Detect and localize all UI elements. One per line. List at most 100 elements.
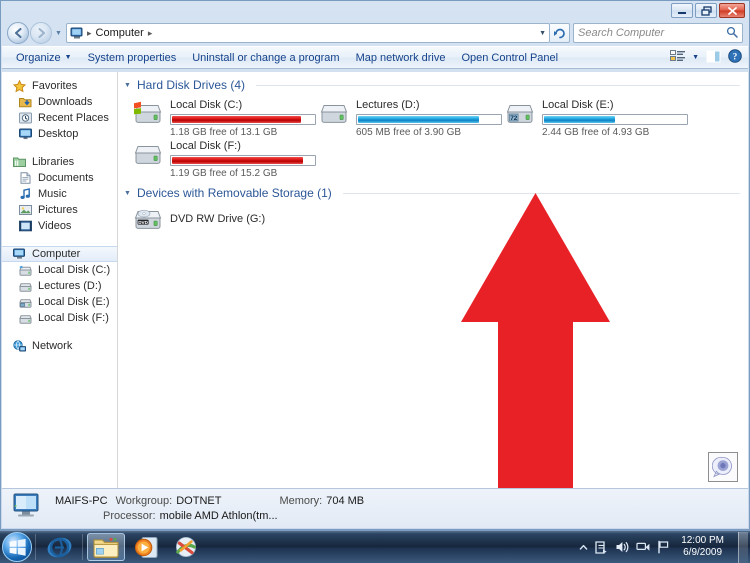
map-network-drive-button[interactable]: Map network drive (348, 50, 454, 66)
sidebar-item-documents[interactable]: Documents (2, 170, 117, 186)
drive-tile-lectures-d[interactable]: Lectures (D:) 605 MB free of 3.90 GB (318, 98, 504, 138)
sidebar-item-local-disk-c[interactable]: Local Disk (C:) (2, 262, 117, 278)
taskbar-clock[interactable]: 12:00 PM 6/9/2009 (676, 535, 729, 559)
taskbar-separator (82, 534, 83, 560)
breadcrumb-separator-2[interactable]: ▸ (146, 28, 155, 39)
snagit-capture-badge[interactable] (708, 452, 738, 482)
downloads-icon (18, 95, 33, 110)
action-center-icon[interactable] (594, 540, 609, 555)
open-control-panel-button[interactable]: Open Control Panel (453, 50, 566, 66)
sidebar-item-local-disk-e[interactable]: Local Disk (E:) (2, 294, 117, 310)
group-divider (256, 84, 740, 86)
refresh-button[interactable] (550, 23, 570, 43)
computer-name: MAIFS-PC (55, 495, 108, 507)
capacity-bar (170, 155, 316, 166)
sidebar-label: Videos (38, 220, 72, 232)
group-header-hard-disk-drives[interactable]: ▼ Hard Disk Drives (4) (118, 72, 748, 94)
sidebar-item-local-disk-f[interactable]: Local Disk (F:) (2, 310, 117, 326)
navigation-pane: Favorites Downloads Recent Places Deskto… (2, 72, 118, 488)
uninstall-program-button[interactable]: Uninstall or change a program (184, 50, 347, 66)
star-icon (12, 79, 27, 94)
sidebar-item-favorites[interactable]: Favorites (2, 78, 117, 94)
sidebar-label: Local Disk (E:) (38, 296, 110, 308)
drive-info: Local Disk (C:) 1.18 GB free of 13.1 GB (170, 98, 318, 138)
sidebar-label: Documents (38, 172, 94, 184)
help-button[interactable]: ? (728, 49, 742, 66)
show-desktop-button[interactable] (738, 531, 748, 563)
workgroup-label: Workgroup: (115, 495, 173, 507)
change-view-button[interactable] (670, 49, 686, 66)
drive-capacity-text: 2.44 GB free of 4.93 GB (542, 127, 650, 138)
sidebar-label: Pictures (38, 204, 78, 216)
drive-tile-local-disk-f[interactable]: Local Disk (F:) 1.19 GB free of 15.2 GB (132, 139, 318, 179)
desktop-icon (18, 127, 33, 142)
capacity-bar-fill (172, 116, 302, 123)
title-bar (1, 1, 749, 21)
minimize-button[interactable] (671, 3, 693, 18)
capacity-bar (356, 114, 502, 125)
drive-tile-local-disk-e[interactable]: 72 Local Disk (E:) 2.44 GB free of 4.93 … (504, 98, 690, 138)
system-properties-button[interactable]: System properties (80, 50, 185, 66)
documents-icon (18, 171, 33, 186)
memory-value: 704 MB (326, 495, 365, 507)
drive-name: Local Disk (E:) (542, 99, 614, 111)
restore-button[interactable] (695, 3, 717, 18)
address-history-dropdown[interactable]: ▼ (539, 30, 546, 37)
drive-tiles-removable: DVD DVD RW Drive (G:) (118, 202, 748, 239)
sidebar-label: Desktop (38, 128, 79, 140)
sidebar-item-recent-places[interactable]: Recent Places (2, 110, 117, 126)
drive-icon (18, 279, 33, 294)
details-pane: MAIFS-PC Workgroup: DOTNET Memory: 704 M… (2, 488, 748, 528)
group-title: Devices with Removable Storage (1) (137, 186, 332, 200)
drive-tile-dvd-rw-g[interactable]: DVD DVD RW Drive (G:) (132, 206, 318, 232)
sidebar-item-downloads[interactable]: Downloads (2, 94, 117, 110)
group-divider (342, 192, 740, 194)
nav-group-libraries: Libraries Documents Music Pictures Video… (2, 154, 117, 234)
group-header-removable-storage[interactable]: ▼ Devices with Removable Storage (1) (118, 180, 748, 202)
recent-pages-dropdown[interactable]: ▼ (53, 30, 64, 37)
organize-button[interactable]: Organize ▼ (8, 50, 80, 66)
show-hidden-icons-button[interactable] (579, 543, 588, 552)
sidebar-item-music[interactable]: Music (2, 186, 117, 202)
capacity-bar (542, 114, 688, 125)
breadcrumb-computer[interactable]: Computer (94, 27, 146, 39)
network-icon (12, 339, 27, 354)
taskbar-item-snagit-editor[interactable] (167, 533, 205, 561)
back-button[interactable] (7, 22, 29, 44)
forward-button[interactable] (30, 22, 52, 44)
sidebar-item-pictures[interactable]: Pictures (2, 202, 117, 218)
address-bar[interactable]: ▸ Computer ▸ ▼ (66, 23, 550, 43)
workgroup-value: DOTNET (176, 495, 222, 507)
taskbar-item-windows-explorer[interactable] (87, 533, 125, 561)
clock-date: 6/9/2009 (683, 547, 723, 558)
sidebar-item-network[interactable]: Network (2, 338, 117, 354)
start-button[interactable] (2, 532, 32, 562)
chevron-down-icon: ▼ (64, 54, 72, 61)
collapse-triangle-icon[interactable]: ▼ (124, 190, 132, 197)
volume-icon[interactable] (615, 540, 630, 554)
view-dropdown-arrow[interactable]: ▼ (692, 54, 699, 61)
sidebar-item-videos[interactable]: Videos (2, 218, 117, 234)
preview-pane-button[interactable] (706, 50, 721, 66)
taskbar-item-windows-media-player[interactable] (127, 533, 165, 561)
drive-tile-local-disk-c[interactable]: Local Disk (C:) 1.18 GB free of 13.1 GB (132, 98, 318, 138)
sidebar-item-computer[interactable]: Computer (2, 246, 117, 262)
search-icon (726, 26, 738, 41)
sidebar-item-libraries[interactable]: Libraries (2, 154, 117, 170)
flag-icon[interactable] (657, 540, 670, 554)
system-tray: 12:00 PM 6/9/2009 (579, 531, 750, 563)
group-title: Hard Disk Drives (4) (137, 78, 246, 92)
network-icon[interactable] (636, 540, 651, 554)
drive-icon (18, 311, 33, 326)
drive-capacity-text: 605 MB free of 3.90 GB (356, 127, 462, 138)
sidebar-item-desktop[interactable]: Desktop (2, 126, 117, 142)
taskbar-item-internet-explorer[interactable] (40, 533, 78, 561)
close-button[interactable] (719, 3, 745, 18)
drive-info: Local Disk (F:) 1.19 GB free of 15.2 GB (170, 139, 318, 179)
capacity-bar-fill (544, 116, 615, 123)
search-input[interactable]: Search Computer (573, 23, 743, 43)
collapse-triangle-icon[interactable]: ▼ (124, 82, 132, 89)
sidebar-item-lectures-d[interactable]: Lectures (D:) (2, 278, 117, 294)
computer-icon (69, 25, 85, 41)
videos-icon (18, 219, 33, 234)
